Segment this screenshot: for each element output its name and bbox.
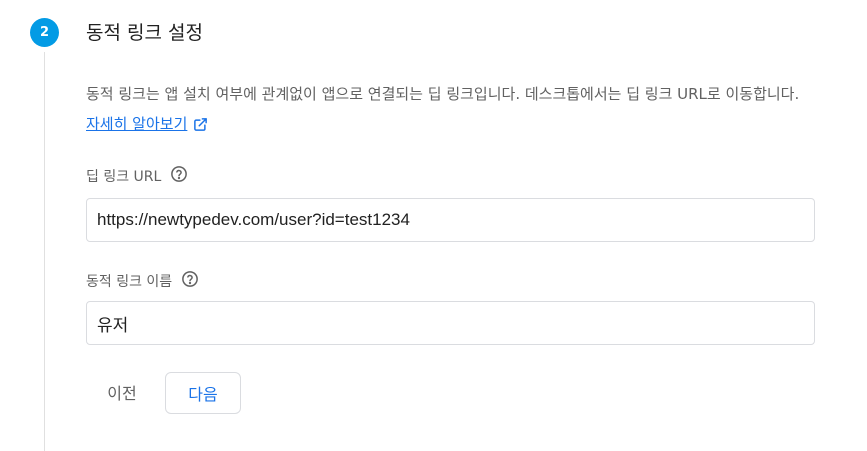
previous-button[interactable]: 이전: [94, 372, 150, 412]
deep-link-url-input[interactable]: https://newtypedev.com/user?id=test1234: [86, 198, 815, 242]
learn-more-link[interactable]: 자세히 알아보기: [86, 115, 187, 133]
step-connector-line: [44, 52, 45, 451]
deep-link-url-label-text: 딥 링크 URL: [86, 169, 162, 185]
dynamic-link-name-label: 동적 링크 이름: [86, 270, 199, 294]
step-number-badge: 2: [30, 18, 59, 47]
step-title: 동적 링크 설정: [86, 22, 203, 44]
dynamic-link-name-label-text: 동적 링크 이름: [86, 274, 173, 290]
help-circle-icon[interactable]: [170, 165, 188, 189]
step-description: 동적 링크는 앱 설치 여부에 관계없이 앱으로 연결되는 딥 링크입니다. 데…: [86, 79, 816, 142]
dynamic-link-step-panel: 2 동적 링크 설정 동적 링크는 앱 설치 여부에 관계없이 앱으로 연결되는…: [0, 0, 867, 451]
dynamic-link-name-input[interactable]: 유저: [86, 301, 815, 345]
description-text: 동적 링크는 앱 설치 여부에 관계없이 앱으로 연결되는 딥 링크입니다. 데…: [86, 85, 800, 103]
next-button[interactable]: 다음: [165, 372, 241, 414]
help-circle-icon[interactable]: [181, 270, 199, 294]
external-link-icon[interactable]: [193, 112, 208, 142]
deep-link-url-label: 딥 링크 URL: [86, 165, 188, 189]
